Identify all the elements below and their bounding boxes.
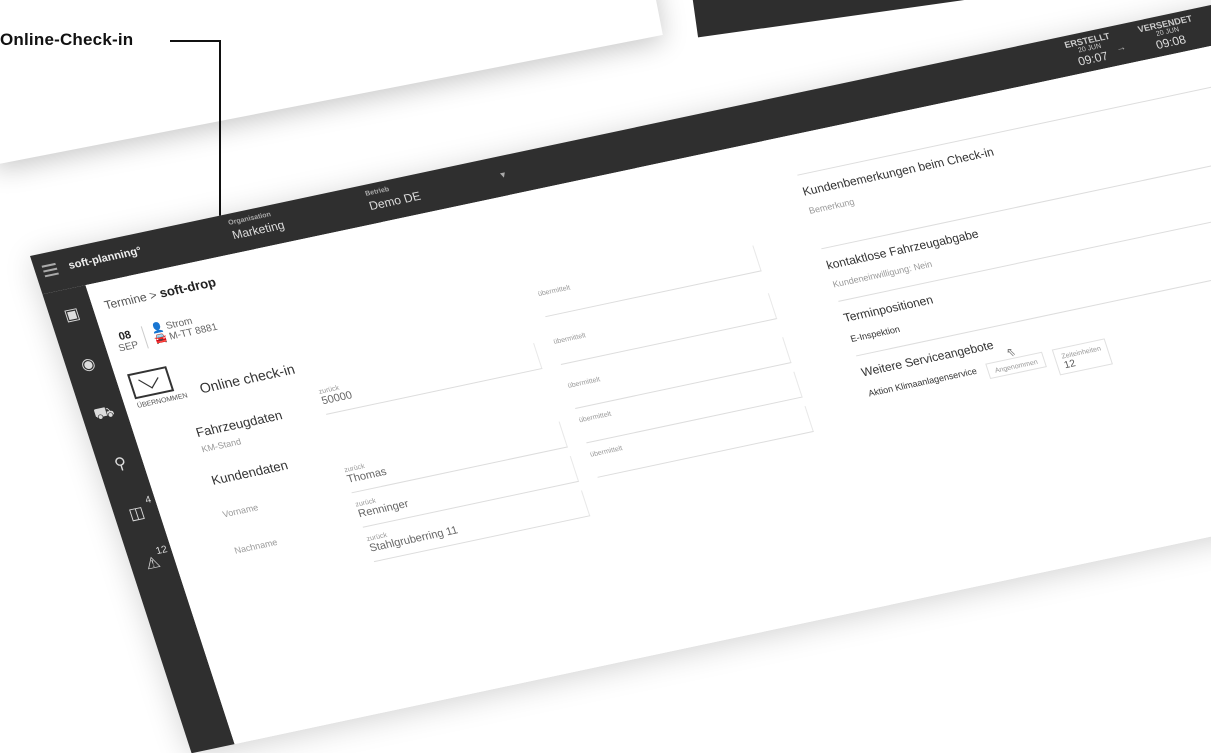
breadcrumb-termine[interactable]: Termine [102,290,148,312]
appointment-date: 08 SEP [113,326,149,355]
right-panel: Kundenbemerkungen beim Check-in Bemerkun… [797,74,1211,427]
field-label: zurück [317,384,341,396]
mouse-cursor-icon: ⇖ [1006,345,1017,359]
accepted-label: Angenommen [994,358,1039,375]
appointment-details: 👤 Strom 🚘 M-TT 8881 [150,311,220,346]
checkin-title: Online check-in [197,360,297,397]
search-icon: ⚲ [112,454,130,474]
customer-section-title: Kundendaten [209,457,290,488]
vehicle-section-title: Fahrzeugdaten [193,407,285,440]
checkin-header: ÜBERNOMMEN Online check-in [127,341,297,410]
background-paper-sheet [0,0,663,165]
calendar-icon: ▣ [62,305,83,325]
km-return-field[interactable]: zurück 50000 [317,343,543,415]
breadcrumb-current: soft-drop [157,274,218,301]
organisation-select[interactable]: Organisation Marketing [227,209,286,242]
units-value: 12 [1062,358,1078,372]
callout-line [170,40,220,42]
breadcrumb: Termine > soft-drop [102,274,218,312]
appointment-summary: 08 SEP 👤 Strom 🚘 M-TT 8881 [113,311,220,355]
units-field[interactable]: Zeiteinheiten 12 [1051,338,1114,376]
betrieb-select[interactable]: Betrieb Demo DE [364,180,422,213]
arrow-right-icon: → [1114,41,1128,55]
created-info: ERSTELLT 20 JUN 09:07 [1063,31,1117,70]
warning-count-badge: 12 [154,544,169,557]
breadcrumb-separator: > [147,287,159,303]
chevron-down-icon[interactable]: ▾ [499,170,507,182]
sent-info: VERSENDET 20 JUN 09:08 [1137,13,1200,54]
car-icon: ⛟ [91,403,117,424]
field-value: 50000 [320,389,354,408]
field-label: übermittelt [537,284,572,299]
brand-logo: soft-planning° [66,245,144,272]
units-label: Zeiteinheiten [1060,345,1103,361]
speedometer-icon: ◉ [78,355,98,375]
checkin-status: ÜBERNOMMEN [127,364,189,410]
mail-check-icon [127,366,175,400]
menu-icon[interactable] [41,262,60,280]
callout-label: Online-Check-in [0,30,134,49]
inbox-count-badge: 4 [143,494,153,507]
car-icon: 🚘 [152,332,169,346]
lastname-label: Nachname [233,537,279,556]
inbox-icon: ◫ [126,504,147,524]
firstname-label: Vorname [221,502,260,520]
km-label: KM-Stand [200,436,243,455]
